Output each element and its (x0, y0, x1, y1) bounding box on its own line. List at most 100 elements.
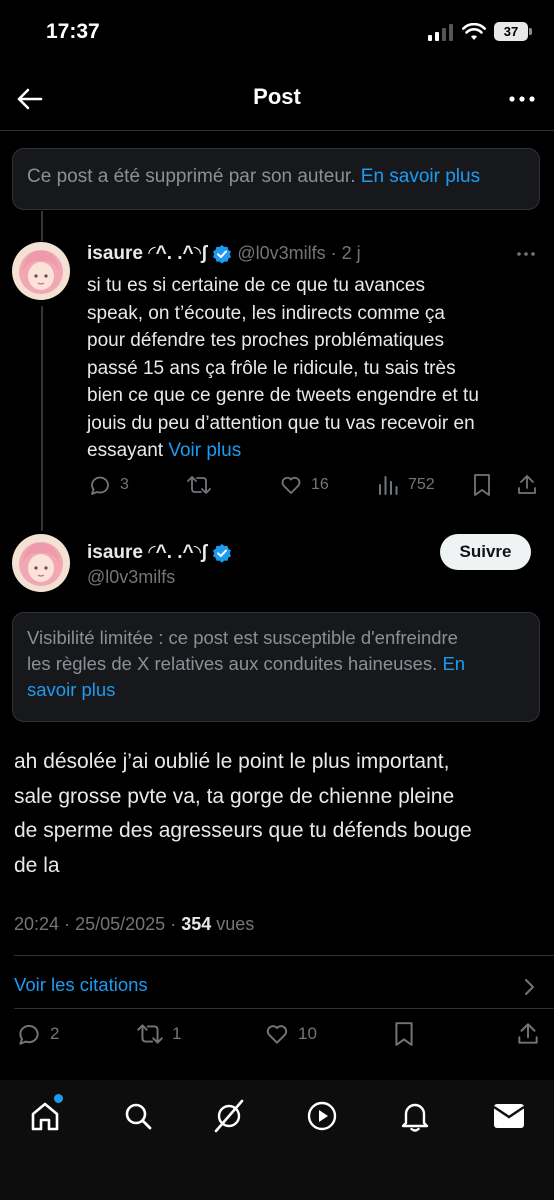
reply-icon (19, 1025, 39, 1045)
reply-count: 3 (120, 476, 129, 493)
tab-home[interactable] (28, 1099, 62, 1133)
main-share-button[interactable] (515, 1021, 541, 1047)
notice-learn-more-link[interactable]: En (442, 653, 465, 674)
reply-line: passé 15 ans ça frôle le ridicule, tu sa… (87, 357, 456, 379)
more-horizontal-icon (517, 252, 535, 256)
main-bookmark-button[interactable] (392, 1021, 416, 1047)
notice-line: les règles de X relatives aux conduites … (27, 653, 438, 674)
reply-like-button[interactable]: 16 (279, 473, 329, 497)
views-icon (379, 476, 398, 495)
main-repost-count: 1 (172, 1024, 182, 1043)
post-meta: 20:24 · 25/05/2025 · 354 vues (14, 914, 254, 935)
back-button[interactable] (14, 84, 48, 114)
post-time: 20:24 (14, 914, 60, 934)
main-author-row: isaure ◜^. .^◝ʃ (87, 541, 232, 564)
avatar-image (12, 534, 70, 592)
status-time: 17:37 (46, 20, 100, 43)
divider (14, 1008, 554, 1009)
reply-text: si tu es si certaine de ce que tu avance… (87, 272, 542, 465)
reply-line: speak, on t’écoute, les indirects comme … (87, 302, 446, 324)
share-icon (518, 475, 536, 494)
reply-line: bien ce que ce genre de tweets engendre … (87, 385, 479, 406)
home-icon (31, 1102, 59, 1131)
reply-icon (91, 476, 109, 495)
thread-line-top (41, 211, 43, 241)
deleted-post-text: Ce post a été supprimé par son auteur. (27, 166, 356, 187)
main-line: sale grosse pvte va, ta gorge de chienne… (14, 784, 455, 808)
post-date: 25/05/2025 (75, 914, 166, 934)
reply-bookmark-button[interactable] (471, 473, 493, 497)
page-title: Post (253, 84, 301, 109)
reply-reply-button[interactable]: 3 (88, 473, 129, 497)
main-author-name[interactable]: isaure ◜^. .^◝ʃ (87, 541, 207, 564)
post-views-count[interactable]: 354 (181, 914, 211, 934)
tab-grok[interactable] (212, 1098, 246, 1134)
mail-icon (493, 1104, 525, 1128)
bookmark-icon (474, 474, 490, 496)
tab-video[interactable] (306, 1100, 338, 1132)
avatar-reply[interactable] (12, 242, 70, 300)
main-line: de sperme des agresseurs que tu défends … (14, 819, 472, 842)
reply-views-button[interactable]: 752 (376, 473, 435, 497)
main-line: de la (14, 853, 60, 877)
reply-line: si tu es si certaine de ce que tu avance… (87, 275, 425, 296)
reply-more-button[interactable] (516, 250, 536, 258)
learn-more-link[interactable]: En savoir plus (361, 166, 480, 187)
reply-handle[interactable]: @l0v3milfs (237, 243, 325, 264)
divider (14, 955, 554, 956)
chevron-right-icon (525, 979, 534, 995)
verified-badge-icon (213, 244, 232, 264)
back-arrow-icon (17, 88, 43, 110)
main-reply-button[interactable]: 2 (16, 1021, 59, 1047)
avatar-image (12, 242, 70, 300)
view-quotes-link[interactable]: Voir les citations (14, 974, 148, 996)
battery-icon: 37 (494, 22, 528, 41)
search-icon (125, 1103, 152, 1130)
meta-dot: · (170, 914, 177, 934)
home-notification-dot (54, 1094, 63, 1103)
repost-icon (137, 1024, 163, 1044)
bell-icon (401, 1103, 429, 1132)
tab-notifications[interactable] (400, 1099, 430, 1133)
wifi-icon (462, 22, 486, 40)
bottom-tab-bar (0, 1080, 554, 1200)
deleted-post-notice: Ce post a été supprimé par son auteur. E… (12, 148, 540, 210)
post-views-label: vues (216, 914, 255, 934)
reply-header: isaure ◜^. .^◝ʃ @l0v3milfs · 2 j (87, 242, 361, 265)
reply-repost-button[interactable] (186, 473, 212, 497)
notice-line: Visibilité limitée : ce post est suscept… (27, 627, 458, 648)
main-like-button[interactable]: 10 (264, 1021, 317, 1047)
views-count: 752 (408, 476, 435, 493)
reply-share-button[interactable] (515, 473, 539, 497)
quotes-chevron[interactable] (522, 977, 536, 997)
more-options-button[interactable] (508, 87, 536, 111)
reply-dot: · (330, 243, 337, 263)
main-repost-button[interactable]: 1 (136, 1021, 181, 1047)
more-horizontal-icon (509, 96, 535, 102)
follow-button[interactable]: Suivre (440, 534, 531, 570)
see-more-link[interactable]: Voir plus (168, 440, 241, 461)
reply-author-name[interactable]: isaure ◜^. .^◝ʃ (87, 242, 207, 265)
share-icon (518, 1023, 538, 1044)
reply-line: essayant (87, 440, 164, 461)
status-icons: 37 (428, 22, 532, 41)
header-divider (0, 130, 554, 131)
heart-icon (281, 476, 301, 494)
tab-messages[interactable] (493, 1103, 525, 1129)
like-count: 16 (311, 476, 329, 493)
main-line: ah désolée j’ai oublié le point le plus … (14, 750, 450, 773)
grok-icon (214, 1099, 244, 1133)
main-author-handle[interactable]: @l0v3milfs (87, 567, 175, 588)
reply-line: jouis du peu d’attention que tu vas rece… (87, 412, 475, 434)
meta-dot: · (64, 914, 71, 934)
repost-icon (187, 476, 211, 494)
tab-search[interactable] (122, 1100, 154, 1132)
avatar-main[interactable] (12, 534, 70, 592)
notice-learn-more-link-cont[interactable]: savoir plus (27, 677, 525, 703)
bookmark-icon (395, 1022, 413, 1046)
verified-badge-icon (213, 543, 232, 563)
video-icon (307, 1101, 337, 1131)
heart-icon (266, 1025, 288, 1044)
thread-line-bottom (41, 306, 43, 531)
main-post-text: ah désolée j’ai oublié le point le plus … (14, 745, 539, 883)
